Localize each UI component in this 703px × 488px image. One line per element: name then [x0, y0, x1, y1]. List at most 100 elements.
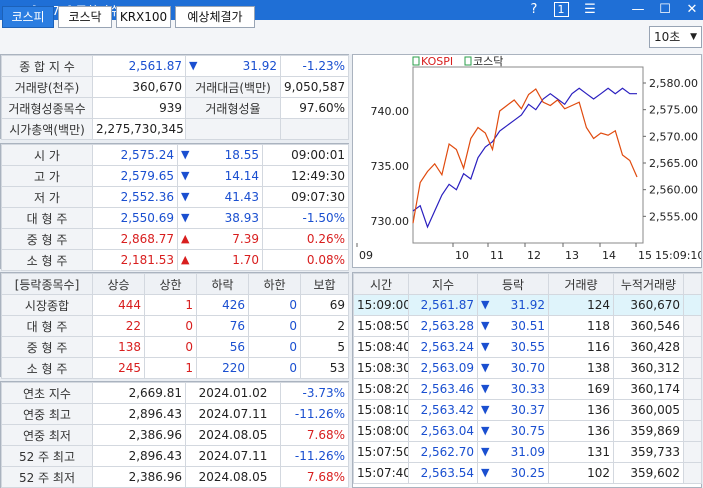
yearly-row: 연중 최저 2,386.96 2024.08.05 7.68% — [1, 424, 349, 446]
down-arrow-icon: ▼ — [481, 424, 490, 437]
tick-time: 15:08:40 — [353, 336, 409, 358]
tick-volume: 131 — [548, 441, 614, 463]
tick-change: ▼ 31.09 — [477, 441, 549, 463]
chevron-down-icon: ▼ — [690, 32, 697, 42]
ohlc-label: 소 형 주 — [1, 249, 93, 271]
ohlc-price: 2,579.65 — [92, 165, 178, 187]
left-axis-tick: 735.00 — [371, 160, 410, 173]
tick-change: ▼ 31.92 — [477, 294, 549, 316]
down-arrow-icon: ▼ — [481, 319, 490, 332]
yearly-panel: 연초 지수 2,669.81 2024.01.02 -3.73% 연중 최고 2,896.… — [0, 381, 349, 488]
ticks-panel: 시간 지수 등락 거래량 누적거래량 15:09:00 2,561.87 ▼ 31.92 124 3… — [352, 272, 702, 488]
yearly-pct: -11.26% — [280, 445, 349, 467]
trading-value: 9,050,587 — [280, 76, 349, 98]
tab-krx100[interactable]: KRX100 — [116, 6, 171, 28]
ohlc-row: 소 형 주 2,181.53 ▲ 1.70 0.08% — [1, 249, 349, 271]
ohlc-change: ▼ 18.55 — [177, 144, 263, 166]
ohlc-row: 시 가 2,575.24 ▼ 18.55 09:00:01 — [1, 144, 349, 166]
yearly-date: 2024.08.05 — [185, 424, 281, 446]
tick-cumulative: 360,005 — [613, 399, 684, 421]
yearly-pct: 7.68% — [280, 424, 349, 446]
yearly-value: 2,669.81 — [92, 382, 186, 404]
legend-kosdaq-swatch — [464, 56, 472, 66]
tick-row[interactable]: 15:08:10 2,563.42 ▼ 30.37 136 360,005 — [353, 399, 702, 421]
tick-time: 15:08:30 — [353, 357, 409, 379]
tick-cumulative: 360,174 — [613, 378, 684, 400]
tick-index: 2,563.54 — [408, 462, 478, 484]
yearly-value: 2,386.96 — [92, 466, 186, 488]
updown-header: 보합 — [300, 273, 349, 295]
yearly-value: 2,896.43 — [92, 445, 186, 467]
interval-select[interactable]: 10초 ▼ — [649, 26, 702, 48]
tick-volume: 116 — [548, 336, 614, 358]
yearly-date: 2024.07.11 — [185, 403, 281, 425]
tick-row[interactable]: 15:08:30 2,563.09 ▼ 30.70 138 360,312 — [353, 357, 702, 379]
ohlc-extra: 09:00:01 — [262, 144, 349, 166]
ohlc-label: 시 가 — [1, 144, 93, 166]
tick-index: 2,563.24 — [408, 336, 478, 358]
tick-row[interactable]: 15:07:40 2,563.54 ▼ 30.25 102 359,602 — [353, 462, 702, 484]
maximize-button[interactable]: ☐ — [653, 0, 677, 20]
x-axis-tick: 10 — [455, 249, 469, 262]
tick-row[interactable]: 15:08:00 2,563.04 ▼ 30.75 136 359,869 — [353, 420, 702, 442]
tick-scroll-cell — [683, 420, 702, 442]
yearly-row: 연중 최고 2,896.43 2024.07.11 -11.26% — [1, 403, 349, 425]
updown-flat: 69 — [300, 294, 349, 316]
tick-row[interactable]: 15:08:20 2,563.46 ▼ 30.33 169 360,174 — [353, 378, 702, 400]
single-view-button[interactable]: 1 — [549, 0, 573, 20]
right-axis-tick: 2,570.00 — [649, 130, 698, 143]
tick-row[interactable]: 15:08:50 2,563.28 ▼ 30.51 118 360,546 — [353, 315, 702, 337]
tick-scroll-cell — [683, 441, 702, 463]
x-axis-tick: 14 — [602, 249, 616, 262]
updown-row: 시장종합 444 1 426 0 69 — [1, 294, 349, 316]
legend-kospi-label: KOSPI — [421, 55, 453, 68]
updown-header: 상승 — [92, 273, 145, 295]
composite-index-change: ▼ 31.92 — [185, 55, 281, 77]
updown-header: 하락 — [196, 273, 249, 295]
tick-cumulative: 360,428 — [613, 336, 684, 358]
down-arrow-icon: ▼ — [189, 59, 198, 72]
tick-index: 2,563.42 — [408, 399, 478, 421]
label-market-cap: 시가총액(백만) — [1, 118, 93, 140]
ohlc-change: ▼ 38.93 — [177, 207, 263, 229]
ohlc-price: 2,552.36 — [92, 186, 178, 208]
tick-cumulative: 359,602 — [613, 462, 684, 484]
tick-change: ▼ 30.37 — [477, 399, 549, 421]
updown-downlimit: 0 — [248, 294, 301, 316]
ticks-header-scroll — [683, 273, 702, 295]
yearly-pct: 7.68% — [280, 466, 349, 488]
tick-volume: 118 — [548, 315, 614, 337]
down-arrow-icon: ▼ — [481, 403, 490, 416]
minimize-button[interactable]: — — [626, 0, 650, 20]
tick-scroll-cell — [683, 336, 702, 358]
updown-uplimit: 1 — [144, 294, 197, 316]
menu-icon[interactable]: ☰ — [578, 0, 602, 20]
down-arrow-icon: ▼ — [481, 445, 490, 458]
down-arrow-icon: ▼ — [481, 382, 490, 395]
up-arrow-icon: ▲ — [181, 253, 190, 266]
close-button[interactable]: ✕ — [680, 0, 703, 20]
tab-expected-price[interactable]: 예상체결가 — [175, 6, 255, 28]
tab-kosdaq[interactable]: 코스닥 — [58, 6, 112, 28]
updown-label: 소 형 주 — [1, 357, 93, 379]
tab-kospi[interactable]: 코스피 — [2, 6, 54, 28]
ohlc-price: 2,868.77 — [92, 228, 178, 250]
tick-volume: 136 — [548, 399, 614, 421]
tick-time: 15:07:40 — [353, 462, 409, 484]
updown-down: 56 — [196, 336, 249, 358]
ticks-header: 거래량 — [548, 273, 614, 295]
tick-row[interactable]: 15:08:40 2,563.24 ▼ 30.55 116 360,428 — [353, 336, 702, 358]
yearly-date: 2024.07.11 — [185, 445, 281, 467]
tick-row[interactable]: 15:09:00 2,561.87 ▼ 31.92 124 360,670 — [353, 294, 702, 316]
tick-row[interactable]: 15:07:50 2,562.70 ▼ 31.09 131 359,733 — [353, 441, 702, 463]
tick-change: ▼ 30.51 — [477, 315, 549, 337]
plot-area — [412, 66, 644, 244]
tick-cumulative: 360,546 — [613, 315, 684, 337]
yearly-label: 52 주 최고 — [1, 445, 93, 467]
tick-index: 2,563.04 — [408, 420, 478, 442]
x-axis-tick: 15:09:10 — [655, 249, 701, 262]
label-traded-issues: 거래형성종목수 — [1, 97, 93, 119]
help-button[interactable]: ? — [522, 0, 546, 20]
tick-cumulative: 359,733 — [613, 441, 684, 463]
updown-uplimit: 0 — [144, 315, 197, 337]
